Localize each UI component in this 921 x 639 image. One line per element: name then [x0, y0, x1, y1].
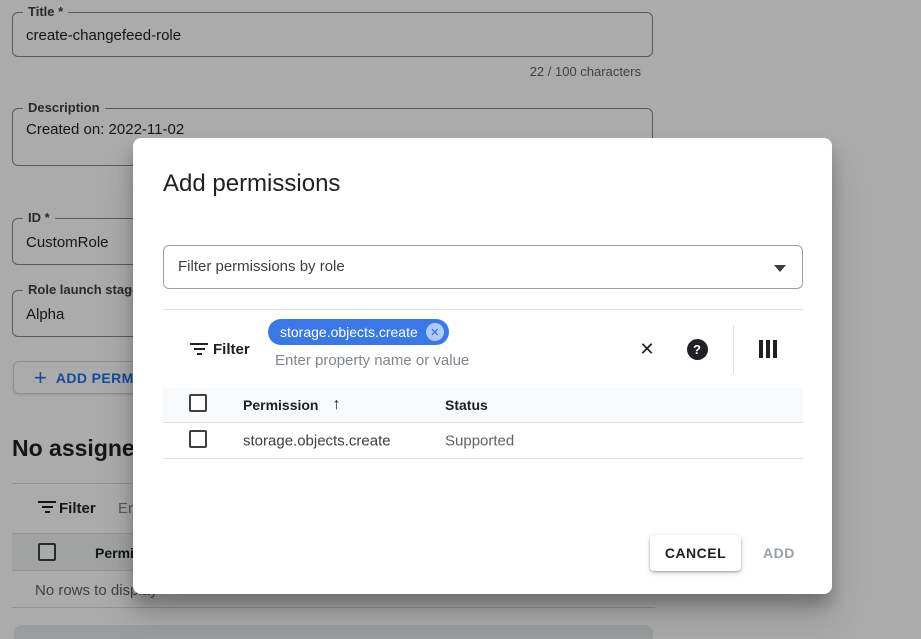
filter-input[interactable]	[275, 352, 605, 369]
column-permission[interactable]: Permission ↑	[243, 396, 340, 414]
filter-icon	[190, 343, 208, 357]
filter-chip-label: storage.objects.create	[280, 324, 418, 340]
cancel-button[interactable]: CANCEL	[650, 535, 741, 571]
table-row[interactable]: storage.objects.create Supported	[163, 423, 803, 459]
role-select-placeholder: Filter permissions by role	[178, 258, 345, 275]
chevron-down-icon	[774, 265, 786, 272]
screen: Title * create-changefeed-role 22 / 100 …	[0, 0, 921, 639]
add-button[interactable]: ADD	[763, 535, 795, 571]
permissions-filter-toolbar: Filter storage.objects.create ✕ ✕ ?	[163, 309, 803, 388]
permissions-table-header: Permission ↑ Status	[163, 388, 803, 423]
row-permission: storage.objects.create	[243, 432, 391, 449]
filter-label: Filter	[213, 341, 250, 358]
column-display-options-icon[interactable]	[756, 337, 780, 361]
filter-chip[interactable]: storage.objects.create ✕	[268, 319, 449, 345]
toolbar-divider	[733, 326, 734, 374]
select-all-checkbox[interactable]	[189, 394, 207, 412]
filter-permissions-by-role-select[interactable]: Filter permissions by role	[163, 245, 803, 289]
chip-remove-icon[interactable]: ✕	[426, 323, 444, 341]
add-permissions-dialog: Add permissions Filter permissions by ro…	[133, 138, 832, 594]
column-status: Status	[445, 397, 488, 413]
dialog-title: Add permissions	[163, 170, 340, 198]
sort-ascending-icon: ↑	[332, 396, 340, 414]
help-icon[interactable]: ?	[685, 337, 709, 361]
clear-filters-icon[interactable]: ✕	[635, 337, 659, 361]
row-status: Supported	[445, 432, 514, 449]
permissions-table: Permission ↑ Status storage.objects.crea…	[163, 388, 803, 459]
row-checkbox[interactable]	[189, 430, 207, 448]
